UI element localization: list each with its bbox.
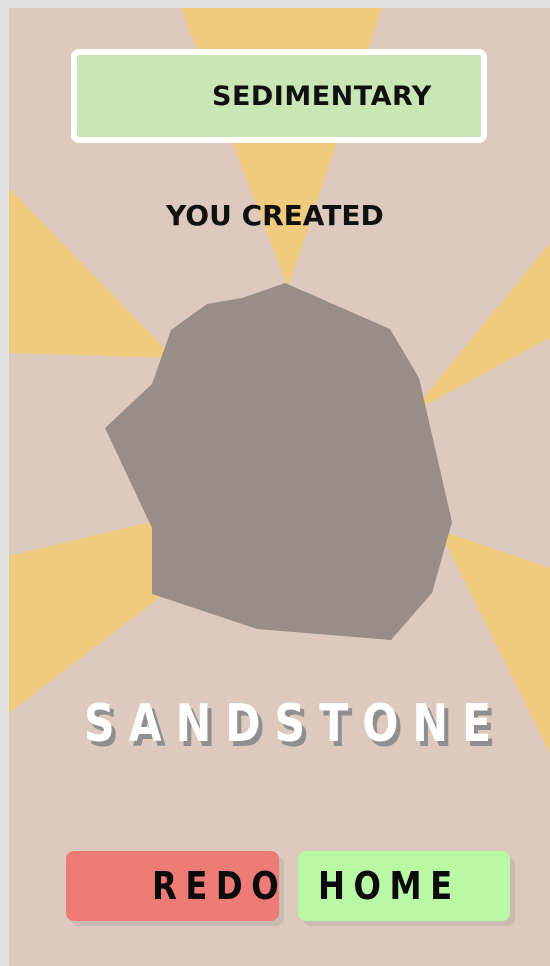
you-created-heading: YOU CREATED	[166, 199, 384, 232]
background-illustration	[9, 8, 550, 966]
rock-type-banner: SEDIMENTARY	[71, 49, 487, 143]
home-button[interactable]: HOME	[298, 851, 510, 921]
redo-button[interactable]: REDO	[66, 851, 279, 921]
result-screen: SEDIMENTARY YOU CREATED SANDSTONE REDO H…	[9, 8, 550, 966]
rock-type-label: SEDIMENTARY	[212, 80, 432, 112]
rock-name-title: SANDSTONE	[84, 694, 506, 754]
redo-button-label: REDO	[152, 864, 288, 908]
home-button-label: HOME	[318, 864, 461, 908]
